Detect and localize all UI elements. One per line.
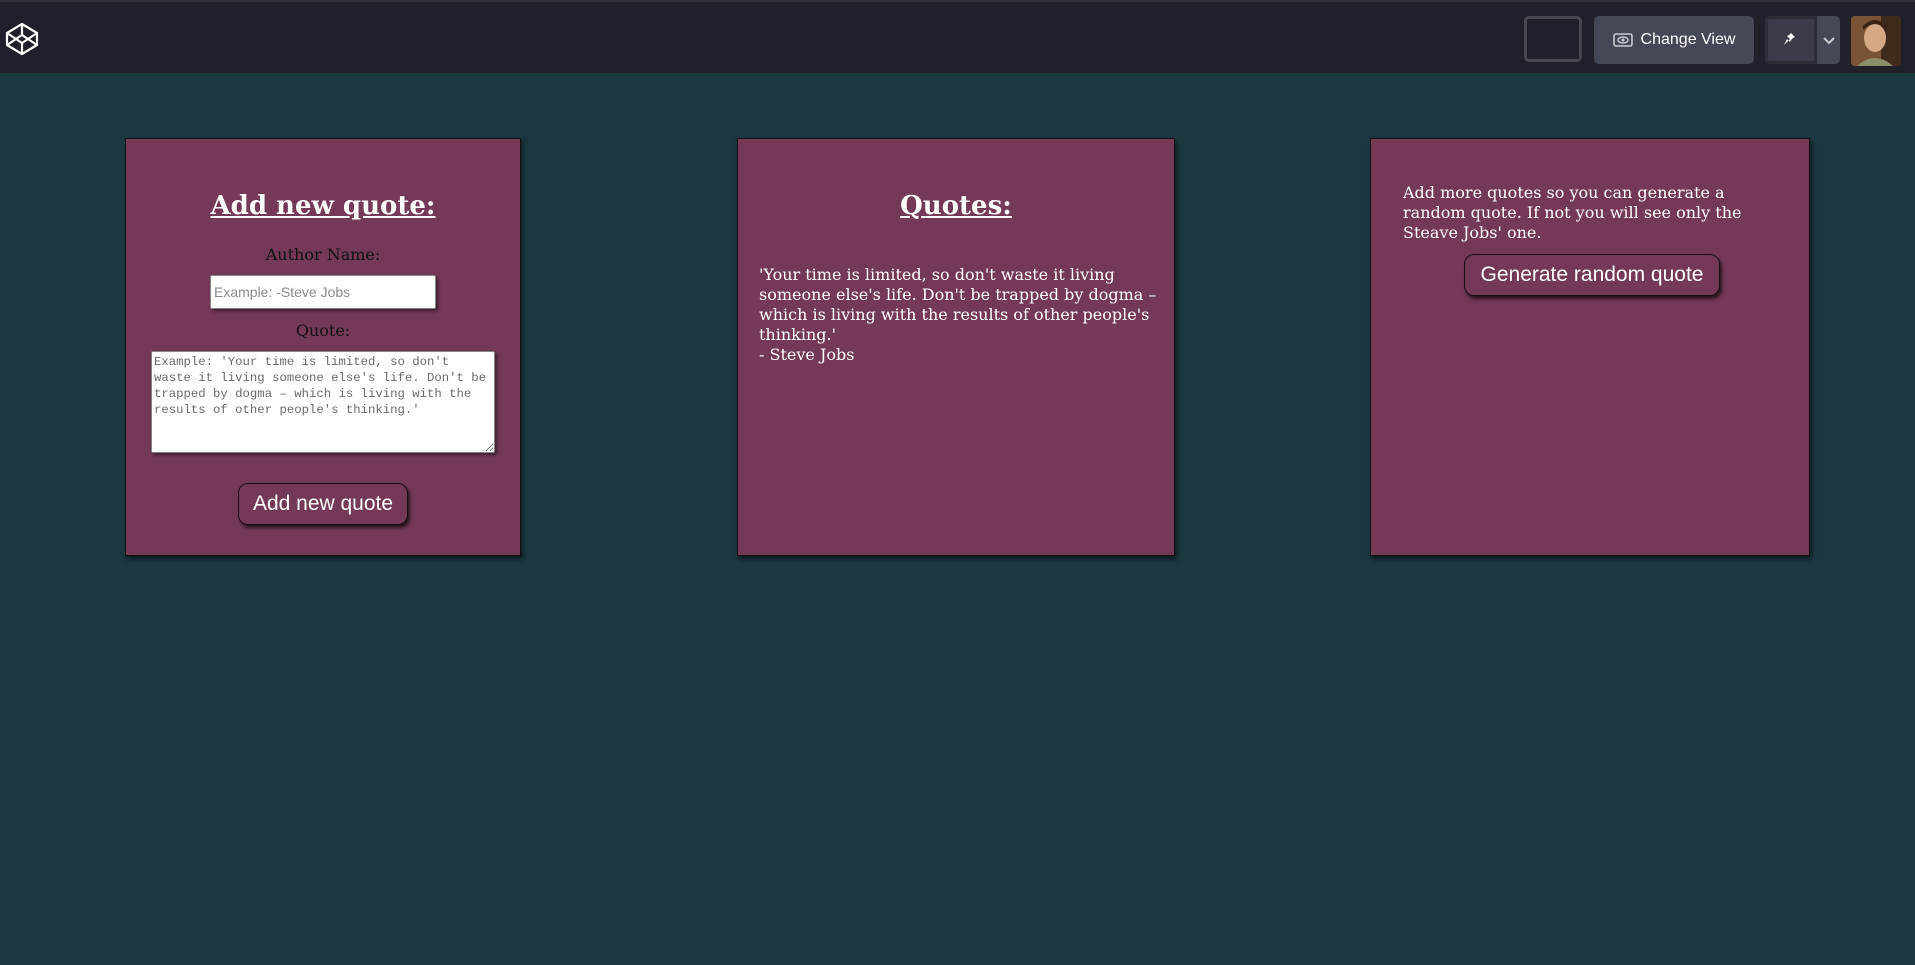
quote-label: Quote:	[295, 321, 351, 340]
quote-author: - Steve Jobs	[759, 345, 855, 364]
quote-textarea[interactable]	[151, 351, 495, 453]
random-quote-card: Add more quotes so you can generate a ra…	[1370, 138, 1810, 556]
chevron-down-icon	[1822, 31, 1836, 50]
pin-control	[1765, 16, 1840, 64]
add-quote-card: Add new quote: Author Name: Quote: Add n…	[125, 138, 521, 556]
change-view-button[interactable]: Change View	[1594, 16, 1754, 64]
eye-icon	[1612, 33, 1633, 47]
top-bar: Change View	[0, 0, 1915, 73]
author-name-input[interactable]	[210, 275, 436, 309]
quotes-title: Quotes:	[900, 191, 1012, 221]
pin-button[interactable]	[1765, 16, 1817, 64]
user-avatar[interactable]	[1851, 16, 1901, 66]
codepen-cube-icon[interactable]	[5, 22, 39, 56]
quotes-card: Quotes: 'Your time is limited, so don't …	[737, 138, 1175, 556]
add-quote-title: Add new quote:	[210, 191, 436, 221]
author-name-label: Author Name:	[265, 245, 381, 264]
change-view-label: Change View	[1640, 31, 1736, 48]
random-quote-info: Add more quotes so you can generate a ra…	[1403, 183, 1742, 242]
empty-toggle-button[interactable]	[1524, 16, 1582, 62]
quote-item: 'Your time is limited, so don't waste it…	[759, 265, 1159, 365]
add-quote-button[interactable]: Add new quote	[238, 483, 408, 525]
pin-dropdown-button[interactable]	[1817, 16, 1840, 64]
quote-text: 'Your time is limited, so don't waste it…	[759, 265, 1157, 344]
generate-random-quote-button[interactable]: Generate random quote	[1464, 254, 1720, 296]
pin-icon	[1782, 29, 1800, 51]
